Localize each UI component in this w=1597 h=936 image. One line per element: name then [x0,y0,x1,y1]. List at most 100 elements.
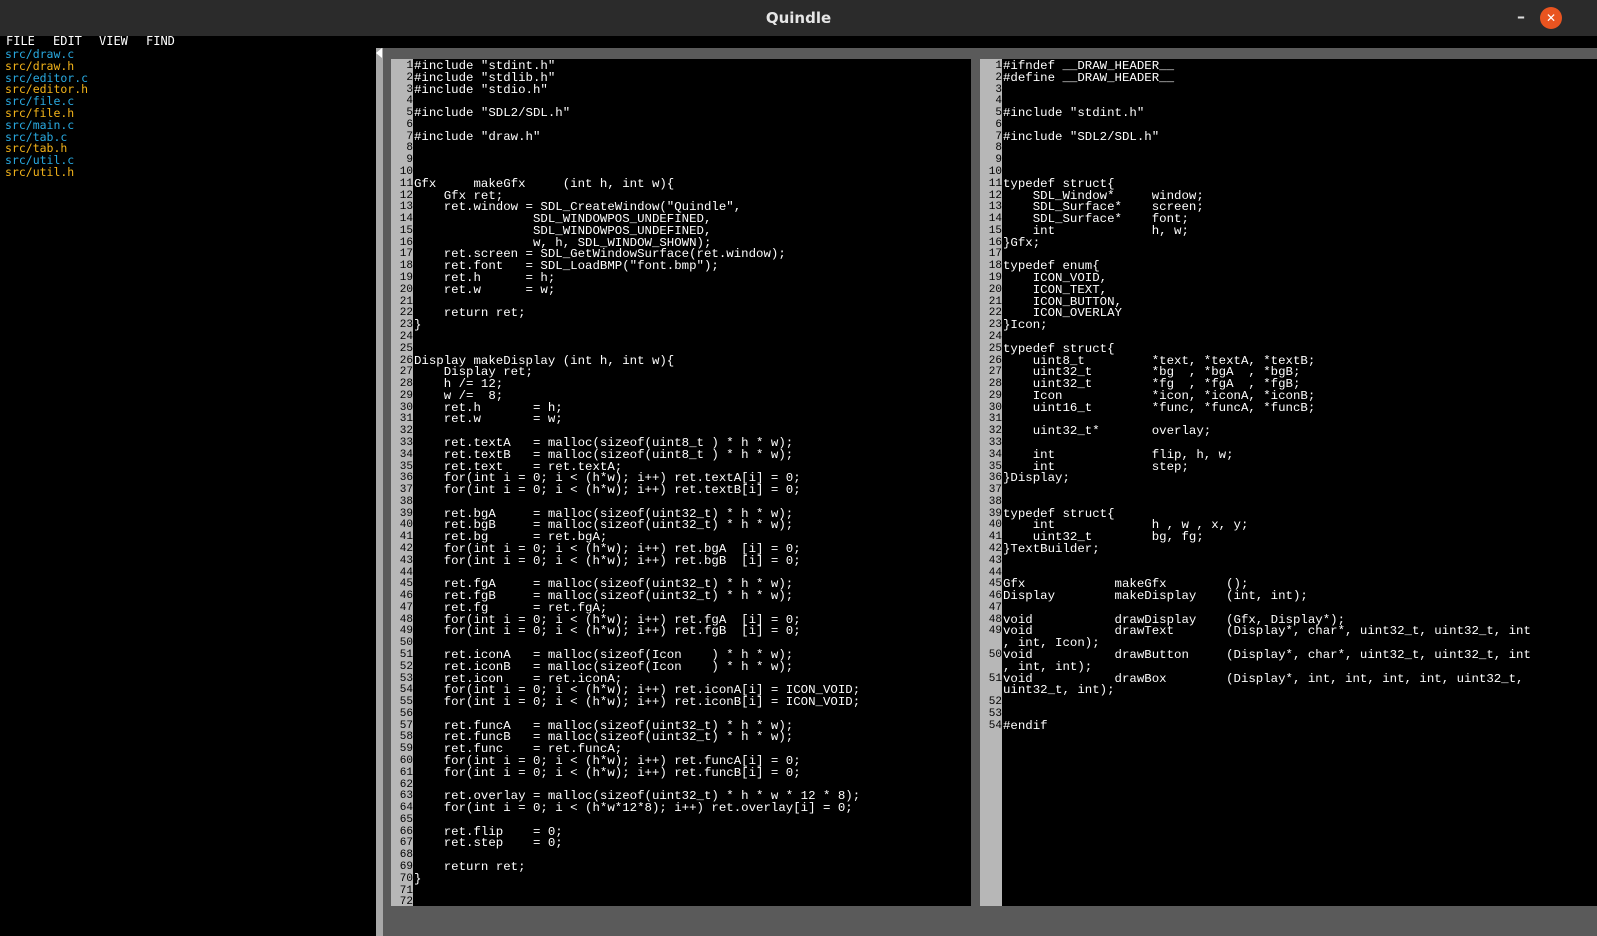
code-text[interactable]: typedef struct{ [1003,343,1115,355]
close-icon[interactable]: ✕ [1540,7,1562,29]
code-line: 37 [980,484,1597,496]
code-text[interactable]: #include "SDL2/SDL.h" [1003,130,1159,142]
line-number: 11 [988,177,1002,190]
collapse-arrow-icon[interactable] [376,48,382,58]
line-number: 36 [399,472,413,485]
code-text[interactable]: }Display; [1003,472,1070,484]
line-number: 33 [399,436,413,449]
line-number: 68 [399,849,413,862]
code-text[interactable]: }TextBuilder; [1003,543,1100,555]
code-text[interactable]: #include "stdio.h" [414,83,548,95]
code-text[interactable]: for(int i = 0; i < (h*w*12*8); i++) ret.… [414,802,853,814]
code-text[interactable]: Display makeDisplay (int, int); [1003,590,1308,602]
code-text[interactable]: return ret; [414,307,526,319]
code-line: 22 ICON_OVERLAY [980,307,1597,319]
line-number: 18 [988,260,1002,273]
code-text[interactable]: }Gfx; [1003,236,1040,248]
code-text[interactable]: for(int i = 0; i < (h*w); i++) ret.funcB… [414,767,801,779]
code-text[interactable]: #include "draw.h" [414,130,540,142]
line-number: 5 [995,107,1002,120]
line-number: 26 [399,354,413,367]
line-number: 43 [399,554,413,567]
code-line: 52 ret.iconB = malloc(sizeof(Icon ) * h … [391,661,971,673]
code-text[interactable]: #include "stdlib.h" [414,72,555,84]
code-line: 2 #include "stdlib.h" [391,72,971,84]
file-item[interactable]: src/draw.h [5,60,74,72]
line-number: 65 [399,813,413,826]
line-number: 26 [988,354,1002,367]
menu-edit[interactable]: EDIT [53,35,82,47]
code-text[interactable]: for(int i = 0; i < (h*w); i++) ret.iconB… [414,696,860,708]
line-number: 11 [399,177,413,190]
code-text[interactable]: for(int i = 0; i < (h*w); i++) ret.fgB [… [414,625,801,637]
line-number: 55 [399,696,413,709]
code-text[interactable]: for(int i = 0; i < (h*w); i++) ret.bgB [… [414,555,801,567]
line-number: 35 [988,460,1002,473]
file-item[interactable]: src/util.h [5,166,74,178]
line-number: 38 [399,495,413,508]
code-line: 15 int h, w; [980,225,1597,237]
line-number: 14 [399,213,413,226]
sidebar-splitter[interactable] [376,48,383,936]
line-number: 22 [988,307,1002,320]
line-number: 64 [399,802,413,815]
line-number: 23 [399,319,413,332]
code-text[interactable]: ICON_TEXT, [1003,284,1107,296]
code-text[interactable]: ret.w = w; [414,413,563,425]
code-text[interactable]: } [414,319,421,331]
code-text[interactable]: for(int i = 0; i < (h*w); i++) ret.textB… [414,484,801,496]
editor-pane-left[interactable]: 1 #include "stdint.h" 2 #include "stdlib.h"… [391,59,971,906]
menu-find[interactable]: FIND [146,35,175,47]
code-line: 7 #include "draw.h" [391,130,971,142]
code-text[interactable]: ret.iconB = malloc(sizeof(Icon ) * h * w… [414,661,793,673]
line-number: 45 [988,578,1002,591]
code-line: 11 Gfx makeGfx (int h, int w){ [391,178,971,190]
line-number: 44 [399,566,413,579]
code-line: 70} [391,873,971,885]
file-item[interactable]: src/main.c [5,119,74,131]
code-text[interactable]: }Icon; [1003,319,1048,331]
line-number: 46 [988,590,1002,603]
editor-pane-right[interactable]: 1 #ifndef __DRAW_HEADER__ 2 #define __DRAW_… [980,59,1597,906]
code-text[interactable]: Gfx makeGfx (int h, int w){ [414,178,674,190]
code-text[interactable]: ret.textB = malloc(sizeof(uint8_t ) * h … [414,449,793,461]
line-number: 63 [399,790,413,803]
minimize-icon[interactable]: – [1510,6,1532,28]
code-line: 5 #include "SDL2/SDL.h" [391,107,971,119]
code-line: 11 typedef struct{ [980,178,1597,190]
menu-view[interactable]: VIEW [99,35,128,47]
code-text[interactable]: uint32_t, int); [1003,684,1115,696]
line-number: 42 [399,542,413,555]
code-text[interactable]: #include "SDL2/SDL.h" [414,107,570,119]
code-text[interactable]: , int, int); [1003,661,1092,673]
line-number: 51 [399,649,413,661]
line-number: 50 [988,649,1002,661]
code-text[interactable]: uint16_t *func, *funcA, *funcB; [1003,401,1316,413]
line-number: 40 [988,519,1002,532]
line-number: 46 [399,590,413,603]
code-text[interactable]: int flip, h, w; [1003,449,1234,461]
line-number: 30 [399,401,413,414]
line-number: 33 [988,436,1002,449]
line-number: 41 [399,531,413,544]
code-text[interactable]: typedef struct{ [1003,178,1115,190]
line-number: 54 [399,684,413,697]
line-number: 1 [406,60,413,72]
code-line: 49 for(int i = 0; i < (h*w); i++) ret.fg… [391,625,971,637]
line-number: 19 [988,272,1002,285]
line-number: 20 [988,283,1002,296]
title-bar: Quindle – ✕ [0,0,1597,36]
code-text[interactable]: return ret; [414,861,526,873]
code-text[interactable]: #endif [1003,719,1048,731]
menu-file[interactable]: FILE [6,35,35,47]
code-text[interactable]: ret.step = 0; [414,837,563,849]
code-line: 8 [391,142,971,154]
code-text[interactable]: #include "stdint.h" [1003,107,1144,119]
line-number: 42 [988,542,1002,555]
code-text[interactable]: } [414,873,421,885]
code-text[interactable]: #define __DRAW_HEADER__ [1003,72,1174,84]
line-number: 17 [988,248,1002,261]
code-text[interactable]: ret.w = w; [414,284,556,296]
line-number: 50 [399,637,413,650]
code-text[interactable]: uint32_t* overlay; [1003,425,1211,437]
